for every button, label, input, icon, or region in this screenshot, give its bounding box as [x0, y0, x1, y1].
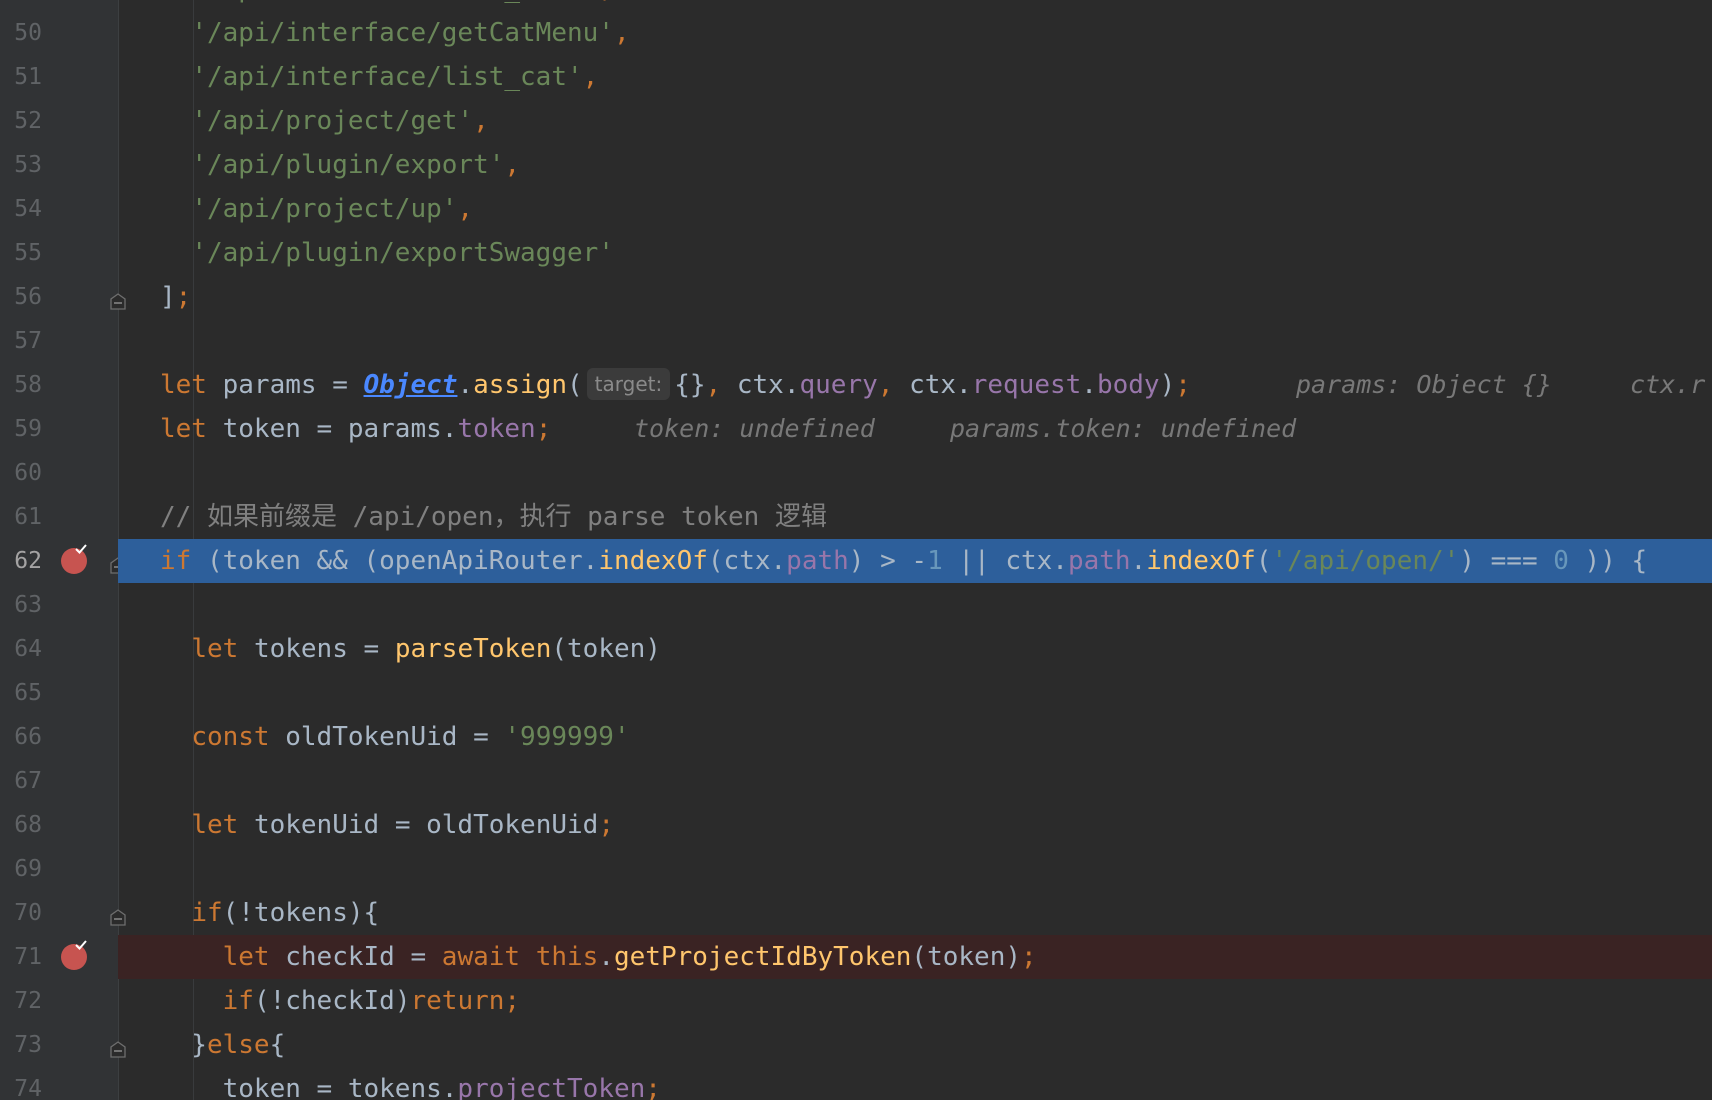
line-number: 52 — [14, 108, 42, 134]
code-line-60[interactable]: 60 — [0, 451, 1712, 495]
debug-inline-value: params: Object {} — [1296, 370, 1552, 399]
code-line-64[interactable]: 64 let tokens = parseToken(token) — [0, 627, 1712, 671]
code-text[interactable]: let checkId = await this.getProjectIdByT… — [160, 935, 1037, 979]
code-line-partial: '/api/interface/list_menu', — [0, 0, 1712, 11]
breakpoint-icon[interactable] — [61, 544, 87, 574]
code-line-55[interactable]: 55 '/api/plugin/exportSwagger' — [0, 231, 1712, 275]
line-number: 65 — [14, 680, 42, 706]
line-number: 68 — [14, 812, 42, 838]
line-number: 51 — [14, 64, 42, 90]
code-line-72[interactable]: 72 if(!checkId)return; — [0, 979, 1712, 1023]
code-line-53[interactable]: 53 '/api/plugin/export', — [0, 143, 1712, 187]
code-text[interactable]: let tokenUid = oldTokenUid; — [160, 803, 614, 847]
code-line-68[interactable]: 68 let tokenUid = oldTokenUid; — [0, 803, 1712, 847]
debug-inline-value: params.token: undefined — [950, 414, 1297, 443]
line-number: 74 — [14, 1076, 42, 1100]
line-number: 56 — [14, 284, 42, 310]
line-number: 69 — [14, 856, 42, 882]
line-number: 67 — [14, 768, 42, 794]
line-number: 66 — [14, 724, 42, 750]
check-icon — [75, 940, 87, 950]
code-line-59[interactable]: 59 let token = params.token; token: undefi… — [0, 407, 1712, 451]
code-text[interactable]: '/api/interface/list_menu', — [160, 0, 614, 11]
code-text[interactable]: const oldTokenUid = '999999' — [160, 715, 629, 759]
code-line-58[interactable]: 58 let params = Object.assign(target: {}, … — [0, 363, 1712, 407]
code-line-54[interactable]: 54 '/api/project/up', — [0, 187, 1712, 231]
code-text[interactable]: '/api/plugin/exportSwagger' — [160, 231, 614, 275]
code-line-62[interactable]: 62 if (token && (openApiRouter.indexOf(ct… — [0, 539, 1712, 583]
line-number: 61 — [14, 504, 42, 530]
code-text[interactable]: let tokens = parseToken(token) — [160, 627, 661, 671]
line-number: 55 — [14, 240, 42, 266]
line-number: 54 — [14, 196, 42, 222]
line-number: 73 — [14, 1032, 42, 1058]
line-number: 71 — [14, 944, 42, 970]
line-number: 72 — [14, 988, 42, 1014]
code-text[interactable]: '/api/plugin/export', — [160, 143, 520, 187]
line-number: 59 — [14, 416, 42, 442]
code-line-73[interactable]: 73 }else{ — [0, 1023, 1712, 1067]
line-number: 50 — [14, 20, 42, 46]
fold-marker-icon[interactable] — [109, 904, 127, 934]
code-text[interactable]: if(!tokens){ — [160, 891, 379, 935]
code-text[interactable]: '/api/interface/getCatMenu', — [160, 11, 629, 55]
code-line-69[interactable]: 69 — [0, 847, 1712, 891]
code-text[interactable]: ]; — [160, 275, 191, 319]
line-number: 63 — [14, 592, 42, 618]
code-line-67[interactable]: 67 — [0, 759, 1712, 803]
debug-inline-value: ctx.r — [1630, 370, 1706, 399]
code-line-63[interactable]: 63 — [0, 583, 1712, 627]
line-number: 53 — [14, 152, 42, 178]
code-editor[interactable]: '/api/interface/list_menu',50 '/api/inte… — [0, 0, 1712, 1100]
code-text[interactable]: let token = params.token; — [160, 407, 551, 451]
line-number: 60 — [14, 460, 42, 486]
code-text[interactable]: '/api/project/up', — [160, 187, 473, 231]
check-icon — [75, 544, 87, 554]
line-number: 58 — [14, 372, 42, 398]
code-text[interactable]: }else{ — [160, 1023, 285, 1067]
debug-inline-value: token: undefined — [634, 414, 875, 443]
fold-marker-icon[interactable] — [109, 288, 127, 318]
code-line-57[interactable]: 57 — [0, 319, 1712, 363]
code-text[interactable]: token = tokens.projectToken; — [160, 1067, 661, 1100]
execution-point-marker — [118, 539, 160, 583]
breakpoint-icon[interactable] — [61, 940, 87, 970]
code-line-70[interactable]: 70 if(!tokens){ — [0, 891, 1712, 935]
code-line-66[interactable]: 66 const oldTokenUid = '999999' — [0, 715, 1712, 759]
code-line-71[interactable]: 71 let checkId = await this.getProjectId… — [0, 935, 1712, 979]
code-text[interactable]: '/api/project/get', — [160, 99, 488, 143]
code-line-56[interactable]: 56]; — [0, 275, 1712, 319]
code-line-74[interactable]: 74 token = tokens.projectToken; — [0, 1067, 1712, 1100]
line-number: 64 — [14, 636, 42, 662]
line-number: 57 — [14, 328, 42, 354]
line-number: 62 — [14, 548, 42, 574]
code-line-65[interactable]: 65 — [0, 671, 1712, 715]
line-number: 70 — [14, 900, 42, 926]
code-line-52[interactable]: 52 '/api/project/get', — [0, 99, 1712, 143]
code-text[interactable]: if(!checkId)return; — [160, 979, 520, 1023]
code-text[interactable]: let params = Object.assign(target: {}, ct… — [160, 363, 1191, 407]
fold-marker-icon[interactable] — [109, 1036, 127, 1066]
code-line-61[interactable]: 61 // 如果前缀是 /api/open，执行 parse token 逻辑 — [0, 495, 1712, 539]
code-text[interactable]: '/api/interface/list_cat', — [160, 55, 598, 99]
code-line-51[interactable]: 51 '/api/interface/list_cat', — [0, 55, 1712, 99]
code-text[interactable]: // 如果前缀是 /api/open，执行 parse token 逻辑 — [160, 495, 827, 539]
code-text[interactable]: if (token && (openApiRouter.indexOf(ctx.… — [160, 539, 1647, 583]
code-line-50[interactable]: 50 '/api/interface/getCatMenu', — [0, 11, 1712, 55]
